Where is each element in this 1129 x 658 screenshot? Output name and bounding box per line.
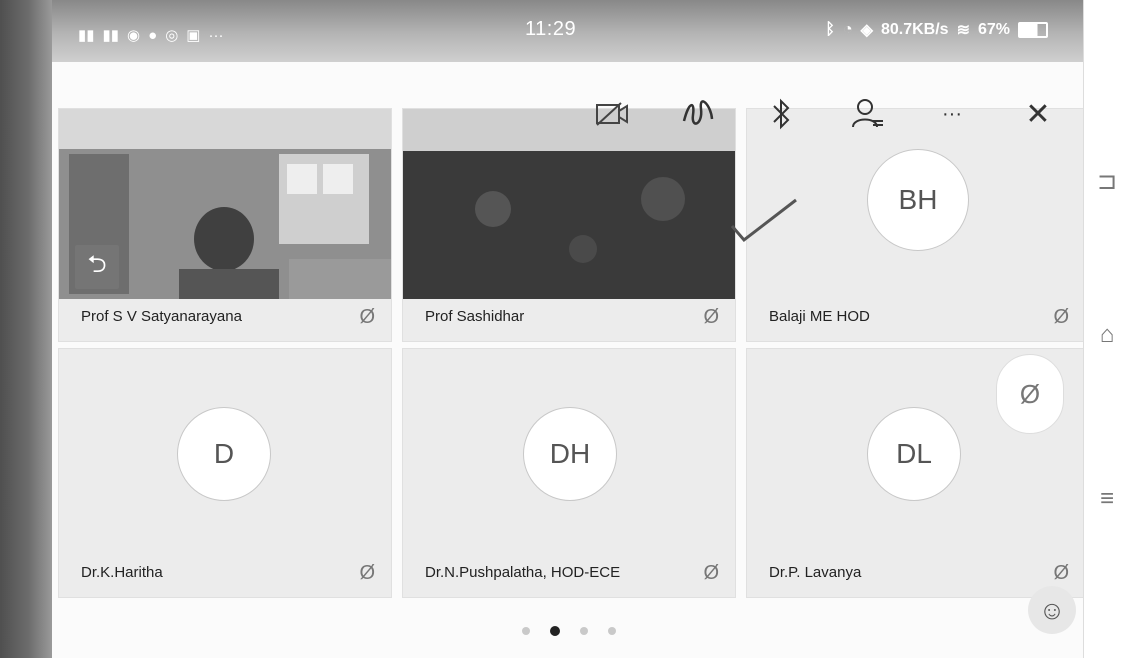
camera-off-icon <box>596 102 628 126</box>
home-icon[interactable]: ⌂ <box>1094 321 1120 348</box>
participant-video <box>59 109 391 341</box>
participant-tile[interactable]: Prof S V Satyanarayana Ø <box>58 108 392 342</box>
signal-4g-icon: ▮▮ <box>78 27 95 44</box>
annotation-check-mark <box>730 198 797 243</box>
wifi-icon: ≋ <box>956 22 970 39</box>
participant-avatar: BH <box>867 149 969 251</box>
participant-tile[interactable]: D Dr.K.Haritha Ø <box>58 348 392 598</box>
mic-muted-icon: Ø <box>703 562 719 584</box>
draw-button[interactable] <box>676 90 720 138</box>
participant-tile[interactable]: DH Dr.N.Pushpalatha, HOD-ECE Ø <box>402 348 736 598</box>
participant-name: Dr.N.Pushpalatha, HOD-ECE <box>425 564 621 581</box>
floating-mic-button[interactable]: Ø <box>996 354 1064 434</box>
meeting-toolbar: ··· ✕ <box>590 90 1080 140</box>
left-edge <box>0 0 52 658</box>
reaction-button[interactable]: ☺ <box>1028 586 1076 634</box>
status-bar: ▮▮ ▮▮ ◉ ● ◎ ▣ ··· 11:29 ᛒ ◔ ◈ 80.7KB/s ≋… <box>52 0 1084 62</box>
vpn-icon: ◎ <box>165 27 179 44</box>
page-indicator <box>522 626 616 636</box>
participant-video <box>403 109 735 341</box>
alarm-icon: ◔ <box>842 21 853 38</box>
participants-button[interactable] <box>846 90 890 138</box>
participant-name: Dr.P. Lavanya <box>769 564 862 581</box>
more-icon: ··· <box>208 26 224 44</box>
participant-name: Prof S V Satyanarayana <box>81 308 242 325</box>
page-dot[interactable] <box>522 627 530 635</box>
meeting-screen: ▮▮ ▮▮ ◉ ● ◎ ▣ ··· 11:29 ᛒ ◔ ◈ 80.7KB/s ≋… <box>0 0 1129 658</box>
mail-icon: ▣ <box>186 27 201 44</box>
page-dot[interactable] <box>580 627 588 635</box>
data-icon: ◈ <box>860 22 873 39</box>
mic-muted-icon: Ø <box>1053 306 1069 328</box>
status-time: 11:29 <box>525 18 577 40</box>
participant-name: Balaji ME HOD <box>769 308 870 325</box>
signal-4g-icon: ▮▮ <box>102 27 120 44</box>
network-speed: 80.7KB/s <box>880 21 949 38</box>
mic-muted-icon: Ø <box>359 562 375 584</box>
smiley-icon: ☺ <box>1038 594 1066 625</box>
close-button[interactable]: ✕ <box>1016 90 1060 138</box>
page-dot-active[interactable] <box>550 626 560 636</box>
participant-tile[interactable]: Prof Sashidhar Ø <box>402 108 736 342</box>
more-button[interactable]: ··· <box>930 90 974 138</box>
camera-off-button[interactable] <box>590 90 634 138</box>
participant-avatar: DL <box>867 407 961 501</box>
participant-name: Prof Sashidhar <box>425 308 525 325</box>
back-button[interactable]: ⮌ <box>75 245 119 289</box>
bluetooth-icon: ᛒ <box>825 21 835 38</box>
page-dot[interactable] <box>608 627 616 635</box>
mic-muted-icon: Ø <box>1053 562 1069 584</box>
status-left-icons: ▮▮ ▮▮ ◉ ● ◎ ▣ ··· <box>78 26 224 45</box>
participants-icon <box>852 99 883 128</box>
system-nav-bar: ⊐ ⌂ ≡ <box>1083 0 1129 658</box>
battery-icon <box>1018 22 1048 38</box>
scribble-icon <box>682 100 714 125</box>
participant-avatar: DH <box>523 407 617 501</box>
chat-icon: ◉ <box>127 27 141 44</box>
participant-avatar: D <box>177 407 271 501</box>
bluetooth-icon <box>773 98 790 130</box>
status-right-icons: ᛒ ◔ ◈ 80.7KB/s ≋ 67% <box>825 20 1048 40</box>
mic-muted-icon: Ø <box>359 306 375 328</box>
mic-muted-icon: Ø <box>1019 378 1041 409</box>
menu-icon[interactable]: ≡ <box>1094 485 1120 512</box>
bluetooth-button[interactable] <box>760 90 804 138</box>
participant-name: Dr.K.Haritha <box>81 564 163 581</box>
mic-muted-icon: Ø <box>703 306 719 328</box>
back-icon[interactable]: ⊐ <box>1094 168 1120 195</box>
battery-percent: 67% <box>977 21 1010 38</box>
message-icon: ● <box>148 26 158 44</box>
